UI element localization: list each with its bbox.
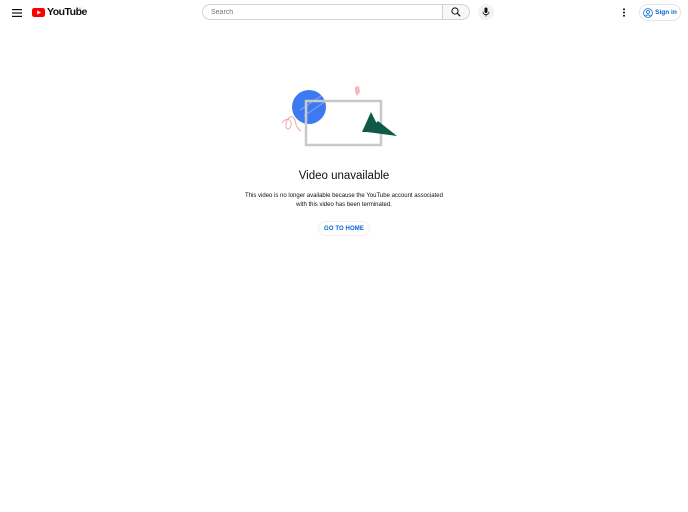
error-title: Video unavailable: [298, 170, 390, 182]
sign-in-label: Sign in: [655, 9, 677, 16]
settings-more-button[interactable]: [617, 5, 631, 19]
search-icon: [451, 7, 461, 17]
unavailable-illustration: [281, 86, 397, 147]
error-message: This video is no longer available becaus…: [245, 193, 443, 208]
microphone-icon: [482, 7, 490, 17]
guide-menu-button[interactable]: [8, 4, 25, 21]
more-vert-icon: [623, 7, 625, 17]
voice-search-button[interactable]: [478, 4, 494, 20]
youtube-play-icon: [32, 7, 45, 17]
sign-in-button[interactable]: Sign in: [639, 4, 681, 21]
go-to-home-button[interactable]: GO TO HOME: [318, 221, 370, 236]
search-input[interactable]: [211, 8, 442, 16]
search-box: [202, 4, 442, 20]
menu-icon: [11, 8, 22, 17]
search-button[interactable]: [442, 4, 470, 20]
account-circle-icon: [643, 7, 653, 18]
masthead: YouTube AU Sign in: [0, 0, 688, 25]
country-code: AU: [76, 6, 82, 11]
